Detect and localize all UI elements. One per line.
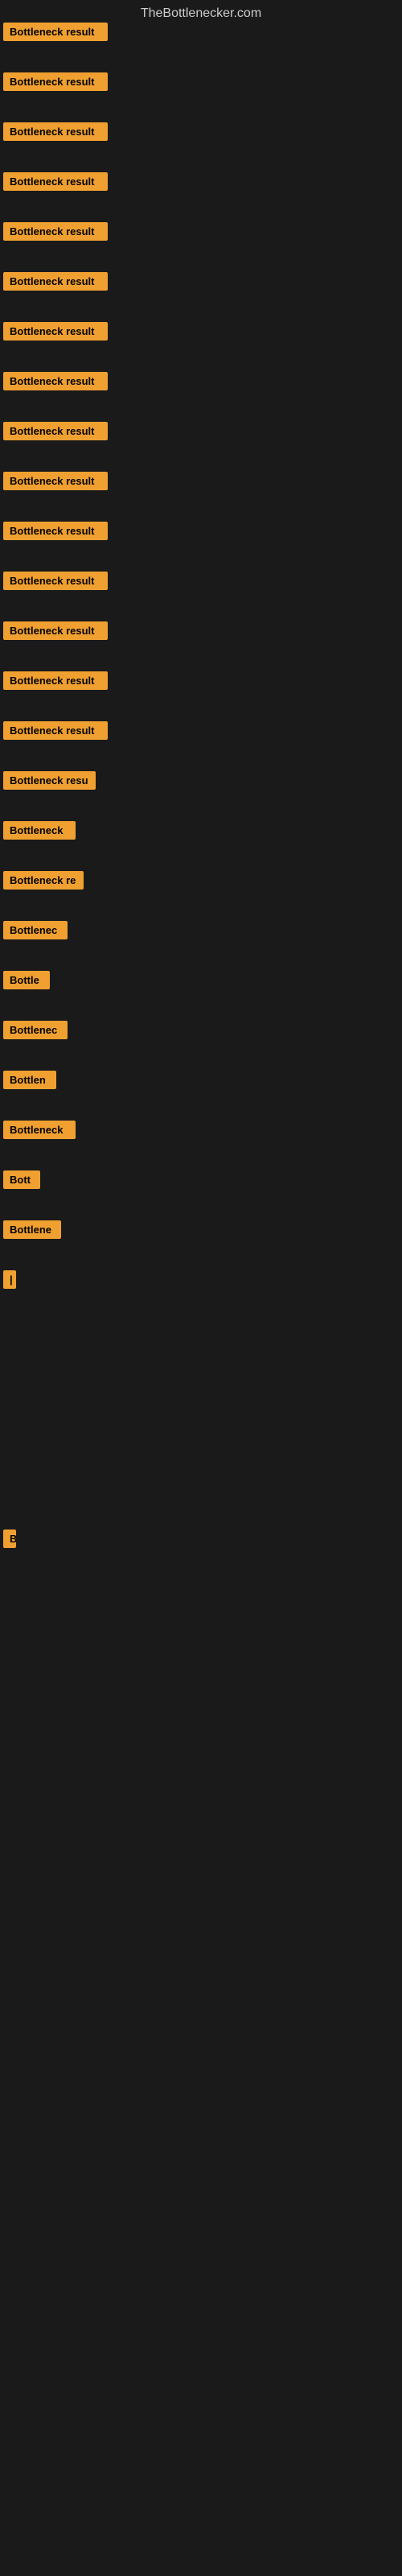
bottleneck-badge: Bott [3,1170,40,1189]
list-item: | [3,1270,16,1293]
bottleneck-badge: Bottleneck result [3,621,108,640]
bottleneck-badge: Bottleneck result [3,72,108,91]
bottleneck-badge: Bottleneck result [3,472,108,490]
list-item: Bottleneck result [3,472,108,494]
bottleneck-badge: Bottleneck result [3,23,108,41]
bottleneck-badge: Bottleneck result [3,222,108,241]
bottleneck-badge: Bottleneck result [3,572,108,590]
list-item: Bottlenec [3,1021,68,1043]
list-item: Bottleneck result [3,572,108,594]
bottleneck-badge: Bottleneck result [3,122,108,141]
bottleneck-badge: | [3,1270,16,1289]
bottleneck-badge: Bottle [3,971,50,989]
bottleneck-badge: Bottleneck result [3,522,108,540]
list-item: Bottleneck resu [3,771,96,794]
list-item: Bottleneck result [3,172,108,195]
bottleneck-badge: Bottleneck result [3,272,108,291]
list-item: Bottleneck result [3,621,108,644]
list-item: Bottleneck result [3,721,108,744]
bottleneck-badge: Bottleneck result [3,172,108,191]
bottleneck-badge: Bottleneck resu [3,771,96,790]
list-item: Bottleneck result [3,422,108,444]
list-item: Bottleneck result [3,372,108,394]
list-item: Bottleneck result [3,72,108,95]
list-item: Bottle [3,971,50,993]
list-item: B [3,1530,16,1552]
list-item: Bottleneck [3,1121,76,1143]
list-item: Bottleneck [3,821,76,844]
bottleneck-badge: Bottleneck result [3,422,108,440]
list-item: Bottlen [3,1071,56,1093]
bottleneck-badge: Bottleneck [3,821,76,840]
list-item: Bottleneck result [3,272,108,295]
bottleneck-badge: Bottleneck re [3,871,84,890]
list-item: Bottleneck result [3,222,108,245]
list-item: Bottleneck result [3,23,108,45]
list-item: Bottleneck re [3,871,84,894]
list-item: Bottlenec [3,921,68,943]
list-item: Bottlene [3,1220,61,1243]
bottleneck-badge: Bottlenec [3,1021,68,1039]
bottleneck-badge: Bottleneck result [3,372,108,390]
bottleneck-badge: Bottlen [3,1071,56,1089]
bottleneck-badge: Bottlenec [3,921,68,939]
bottleneck-badge: Bottleneck result [3,322,108,341]
bottleneck-badge: Bottleneck result [3,721,108,740]
list-item: Bott [3,1170,40,1193]
bottleneck-badge: B [3,1530,16,1548]
list-item: Bottleneck result [3,671,108,694]
bottleneck-badge: Bottlene [3,1220,61,1239]
list-item: Bottleneck result [3,522,108,544]
bottleneck-badge: Bottleneck [3,1121,76,1139]
bottleneck-badge: Bottleneck result [3,671,108,690]
list-item: Bottleneck result [3,122,108,145]
list-item: Bottleneck result [3,322,108,345]
